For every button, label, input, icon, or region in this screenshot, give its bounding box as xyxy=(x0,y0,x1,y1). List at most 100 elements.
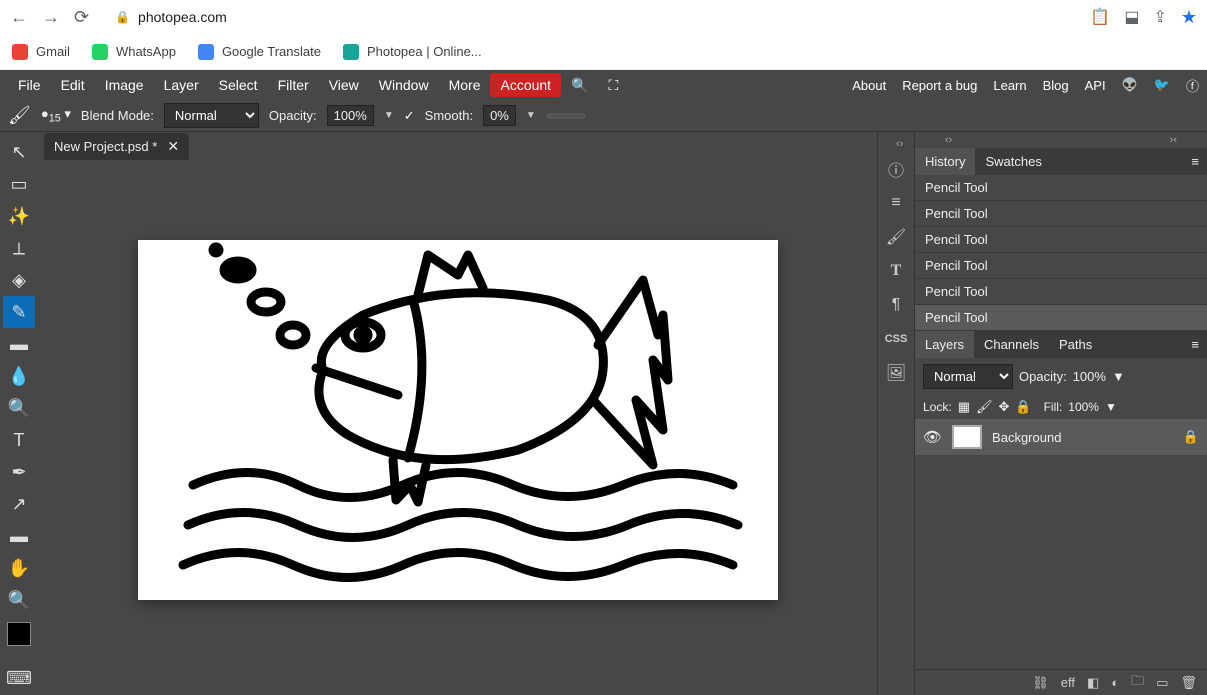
tab-history[interactable]: History xyxy=(915,148,975,175)
blur-tool[interactable]: 💧 xyxy=(3,360,35,392)
type-tool[interactable]: T xyxy=(3,424,35,456)
opacity-value[interactable]: 100% xyxy=(327,105,374,126)
reload-button[interactable]: ⟳ xyxy=(74,7,89,28)
fill-dropdown-icon[interactable]: ▼ xyxy=(1105,400,1117,414)
twitter-icon[interactable]: 🐦 xyxy=(1154,77,1170,93)
menu-filter[interactable]: Filter xyxy=(268,72,319,98)
menu-more[interactable]: More xyxy=(439,72,491,98)
menu-image[interactable]: Image xyxy=(95,72,154,98)
install-icon[interactable]: ⬓ xyxy=(1124,7,1139,28)
bookmark-translate[interactable]: Google Translate xyxy=(198,44,321,60)
close-tab-icon[interactable]: ✕ xyxy=(167,138,179,155)
character-panel-icon[interactable]: T xyxy=(879,254,913,288)
pen-tool[interactable]: ✒ xyxy=(3,456,35,488)
history-item[interactable]: Pencil Tool xyxy=(915,253,1207,279)
fill-value[interactable]: 100% xyxy=(1068,400,1099,414)
brush-panel-icon[interactable]: 🖌 xyxy=(879,220,913,254)
bookmark-star-icon[interactable]: ★ xyxy=(1181,7,1197,28)
menu-select[interactable]: Select xyxy=(209,72,268,98)
layer-row[interactable]: 👁 Background 🔒 xyxy=(915,419,1207,455)
document-tab[interactable]: New Project.psd * ✕ xyxy=(44,133,189,160)
move-tool[interactable]: ↖ xyxy=(3,136,35,168)
image-panel-icon[interactable]: 🖼 xyxy=(879,356,913,390)
collapse-left-icon[interactable]: ‹› xyxy=(896,138,903,150)
facebook-icon[interactable]: ⓕ xyxy=(1186,76,1199,95)
layer-opacity-value[interactable]: 100% xyxy=(1073,369,1106,384)
lock-move-icon[interactable]: ✥ xyxy=(999,399,1010,415)
tab-paths[interactable]: Paths xyxy=(1049,331,1102,358)
history-item[interactable]: Pencil Tool xyxy=(915,227,1207,253)
keyboard-icon[interactable]: ⌨ xyxy=(3,662,35,694)
search-icon[interactable]: 🔍 xyxy=(561,72,598,99)
pencil-tool[interactable]: ✎ xyxy=(3,296,35,328)
color-picker[interactable] xyxy=(7,622,31,646)
smooth-value[interactable]: 0% xyxy=(483,105,516,126)
menu-view[interactable]: View xyxy=(319,72,369,98)
menu-learn[interactable]: Learn xyxy=(993,78,1026,93)
menu-layer[interactable]: Layer xyxy=(154,72,209,98)
paragraph-panel-icon[interactable]: ¶ xyxy=(879,288,913,322)
history-item[interactable]: Pencil Tool xyxy=(915,175,1207,201)
zoom-tool[interactable]: 🔍 xyxy=(3,584,35,616)
share-icon[interactable]: ⇪ xyxy=(1153,7,1166,28)
fullscreen-icon[interactable]: ⛶ xyxy=(599,72,629,99)
menu-api[interactable]: API xyxy=(1085,78,1106,93)
tab-channels[interactable]: Channels xyxy=(974,331,1049,358)
smooth-dropdown-icon[interactable]: ▼ xyxy=(526,110,536,121)
menu-blog[interactable]: Blog xyxy=(1043,78,1069,93)
info-panel-icon[interactable]: ⓘ xyxy=(879,152,913,186)
reddit-icon[interactable]: 👽 xyxy=(1122,77,1138,93)
bookmark-photopea[interactable]: Photopea | Online... xyxy=(343,44,482,60)
brush-preset[interactable]: ●15 ▾ xyxy=(41,106,71,125)
lock-pixels-icon[interactable]: ▦ xyxy=(958,399,970,415)
brush-icon[interactable]: 🖌 xyxy=(8,105,31,126)
layers-menu-icon[interactable]: ≡ xyxy=(1183,333,1207,356)
lock-all-icon[interactable]: 🔒 xyxy=(1015,399,1031,415)
back-button[interactable]: ← xyxy=(10,7,28,28)
crop-tool[interactable]: ⟂ xyxy=(3,232,35,264)
link-layers-icon[interactable]: ⛓ xyxy=(1032,675,1049,691)
menu-window[interactable]: Window xyxy=(369,72,439,98)
delete-layer-icon[interactable]: 🗑 xyxy=(1180,675,1197,691)
tab-layers[interactable]: Layers xyxy=(915,331,974,358)
marquee-tool[interactable]: ▭ xyxy=(3,168,35,200)
adjust-panel-icon[interactable]: ≡ xyxy=(879,186,913,220)
menu-bug[interactable]: Report a bug xyxy=(902,78,977,93)
eraser-tool[interactable]: ▬ xyxy=(3,328,35,360)
eyedropper-tool[interactable]: ◈ xyxy=(3,264,35,296)
wand-tool[interactable]: ✨ xyxy=(3,200,35,232)
lock-brush-icon[interactable]: 🖌 xyxy=(976,399,993,415)
layer-effects-icon[interactable]: eff xyxy=(1061,675,1075,690)
layer-opacity-dropdown-icon[interactable]: ▼ xyxy=(1112,369,1125,384)
smooth-slider[interactable] xyxy=(546,113,586,119)
layer-thumbnail[interactable] xyxy=(952,425,982,449)
history-item[interactable]: Pencil Tool xyxy=(915,305,1207,331)
address-bar[interactable]: 🔒 photopea.com xyxy=(103,9,1076,25)
layer-mask-icon[interactable]: ◧ xyxy=(1087,675,1099,691)
menu-file[interactable]: File xyxy=(8,72,51,98)
menu-account[interactable]: Account xyxy=(490,73,561,97)
clipboard-icon[interactable]: 📋 xyxy=(1090,7,1110,28)
tab-swatches[interactable]: Swatches xyxy=(975,148,1051,175)
opacity-dropdown-icon[interactable]: ▼ xyxy=(384,110,394,121)
menu-edit[interactable]: Edit xyxy=(51,72,95,98)
canvas[interactable] xyxy=(138,240,778,600)
history-item[interactable]: Pencil Tool xyxy=(915,279,1207,305)
bookmark-whatsapp[interactable]: WhatsApp xyxy=(92,44,176,60)
css-panel-icon[interactable]: CSS xyxy=(879,322,913,356)
new-folder-icon[interactable]: 🗀 xyxy=(1131,672,1144,694)
blend-mode-select[interactable]: Normal xyxy=(164,103,259,128)
visibility-icon[interactable]: 👁 xyxy=(923,428,942,446)
collapse-icon[interactable]: ‹› xyxy=(945,134,952,146)
bookmark-gmail[interactable]: Gmail xyxy=(12,44,70,60)
expand-icon[interactable]: ›‹ xyxy=(1170,134,1177,146)
shape-tool[interactable]: ▬ xyxy=(3,520,35,552)
menu-about[interactable]: About xyxy=(852,78,886,93)
path-tool[interactable]: ↗ xyxy=(3,488,35,520)
forward-button[interactable]: → xyxy=(42,7,60,28)
airbrush-icon[interactable]: ✓ xyxy=(404,108,415,124)
hand-tool[interactable]: ✋ xyxy=(3,552,35,584)
new-layer-icon[interactable]: ▭ xyxy=(1156,675,1168,691)
dodge-tool[interactable]: 🔍 xyxy=(3,392,35,424)
history-item[interactable]: Pencil Tool xyxy=(915,201,1207,227)
